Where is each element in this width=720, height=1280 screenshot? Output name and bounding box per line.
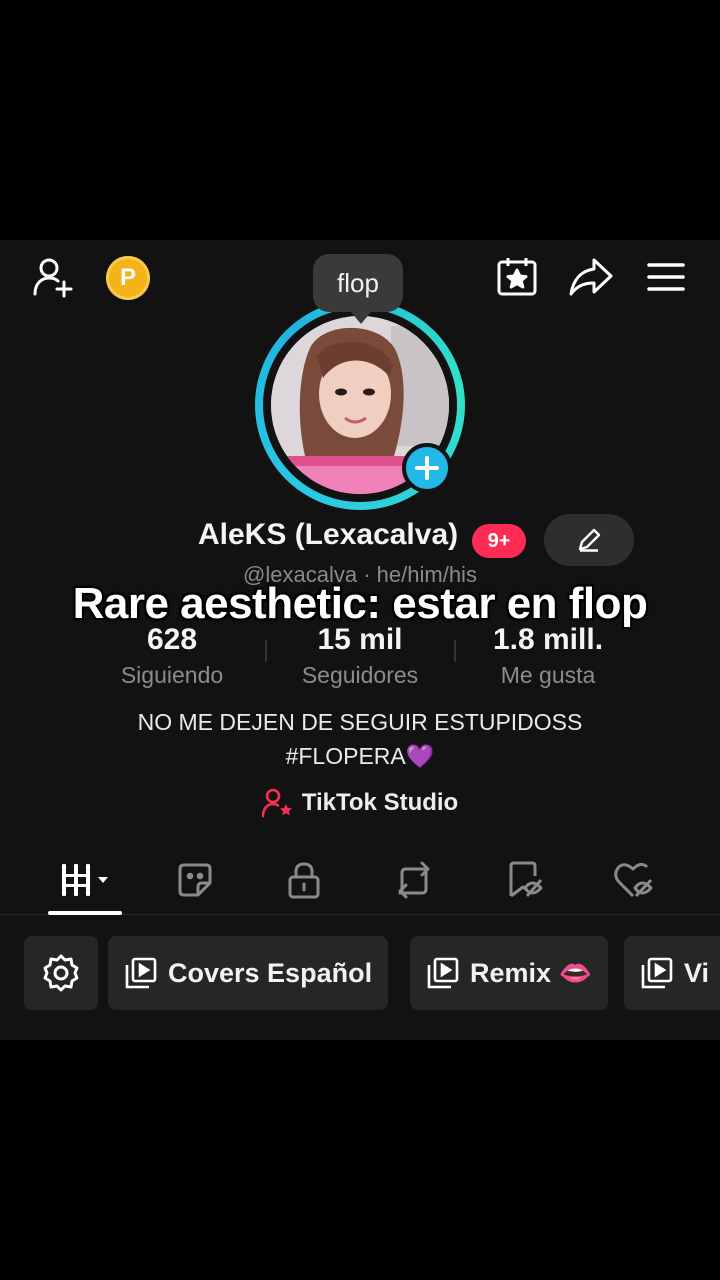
- active-tab-indicator: [48, 911, 122, 915]
- playlist-icon: [427, 957, 459, 989]
- studio-label: TikTok Studio: [301, 789, 459, 816]
- pencil-icon: [578, 528, 601, 552]
- playlist-label: Vi: [684, 957, 710, 988]
- profile-screen: P flop AleKS (Lexacalva) 9+ @lexacalva ·…: [0, 240, 720, 1040]
- bio-line: #FLOPERA💜: [285, 743, 435, 769]
- heart-hidden-icon: [614, 862, 653, 898]
- tab-saved[interactable]: [487, 858, 563, 902]
- content-tabs: [0, 848, 720, 915]
- tab-stickers[interactable]: [157, 858, 233, 902]
- playlist-chip[interactable]: Vi: [624, 936, 720, 1010]
- overlay-caption: Rare aesthetic: estar en flop: [72, 579, 648, 628]
- add-avatar-button[interactable]: [402, 443, 452, 493]
- calendar-star-icon[interactable]: [494, 254, 540, 300]
- tiktok-studio-link[interactable]: TikTok Studio: [0, 788, 720, 818]
- add-friend-icon[interactable]: [28, 254, 80, 300]
- tab-reposts[interactable]: [376, 858, 452, 902]
- bookmark-hidden-icon: [509, 861, 543, 898]
- display-name: AleKS (Lexacalva): [198, 518, 459, 551]
- stat-label: Seguidores: [301, 662, 419, 688]
- playlist-icon: [125, 957, 157, 989]
- share-icon[interactable]: [566, 254, 616, 300]
- playlists-row: Covers Español Remix 👄 Vi: [0, 936, 720, 1010]
- playlist-icon: [641, 957, 673, 989]
- stat-likes[interactable]: 1.8 mill. Me gusta: [458, 622, 638, 689]
- playlist-settings-button[interactable]: [24, 936, 98, 1010]
- stat-followers[interactable]: 15 mil Seguidores: [270, 622, 450, 689]
- coin-icon[interactable]: P: [106, 256, 150, 300]
- bio: NO ME DEJEN DE SEGUIR ESTUPIDOSS #FLOPER…: [0, 705, 720, 773]
- tab-private[interactable]: [266, 858, 342, 902]
- status-tooltip[interactable]: flop: [313, 254, 403, 324]
- stat-following[interactable]: 628 Siguiendo: [82, 622, 262, 689]
- tab-videos[interactable]: [50, 858, 126, 902]
- bio-line: NO ME DEJEN DE SEGUIR ESTUPIDOSS: [137, 709, 583, 735]
- notification-badge[interactable]: 9+: [472, 524, 526, 558]
- stat-divider: [265, 640, 267, 662]
- sticker-icon: [178, 863, 212, 897]
- edit-profile-button[interactable]: [544, 514, 634, 566]
- creator-star-icon: [261, 788, 292, 818]
- stat-divider: [454, 640, 456, 662]
- grid-icon: [62, 864, 108, 896]
- lock-icon: [288, 862, 320, 899]
- playlist-label: Remix 👄: [470, 958, 593, 988]
- stat-label: Siguiendo: [120, 662, 224, 688]
- repost-icon: [398, 861, 430, 899]
- playlist-label: Covers Español: [168, 957, 373, 988]
- menu-icon[interactable]: [644, 256, 688, 298]
- playlist-chip[interactable]: Covers Español: [108, 936, 389, 1010]
- playlist-chip[interactable]: Remix 👄: [410, 936, 609, 1010]
- stat-label: Me gusta: [500, 662, 596, 688]
- gear-icon: [43, 954, 79, 992]
- tab-liked[interactable]: [596, 858, 672, 902]
- name-row: AleKS (Lexacalva) 9+: [0, 510, 720, 566]
